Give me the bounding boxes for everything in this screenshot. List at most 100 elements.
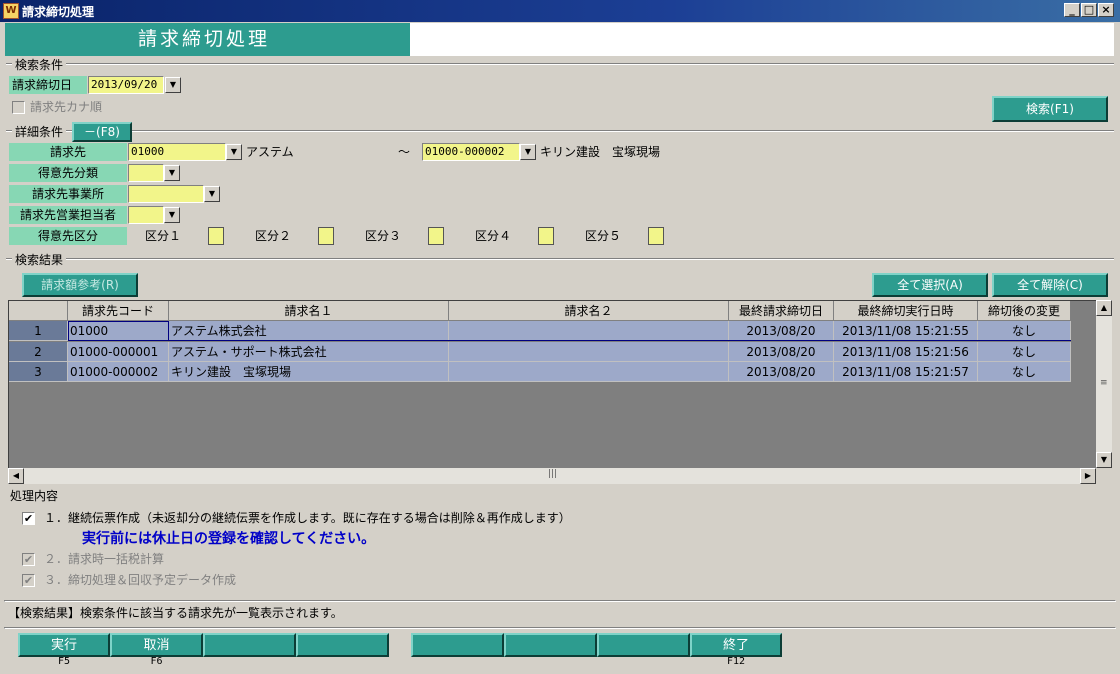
cell-name1[interactable]: アステム株式会社 (169, 321, 449, 341)
staff-label: 請求先営業担当者 (9, 206, 127, 224)
col-header-last-exec[interactable]: 最終締切実行日時 (834, 301, 978, 321)
customer-to-name: キリン建設 宝塚現場 (540, 145, 661, 159)
col-header-name2[interactable]: 請求名２ (449, 301, 729, 321)
table-row[interactable]: 2 01000-000001 アステム・サポート株式会社 2013/08/20 … (9, 342, 1071, 362)
grid-vertical-scrollbar[interactable]: ▲ ≡ ▼ (1096, 300, 1112, 468)
cell-name2[interactable] (449, 321, 729, 341)
cell-code[interactable]: 01000-000001 (68, 342, 169, 362)
cell-changed[interactable]: なし (978, 321, 1071, 341)
staff-field[interactable] (128, 206, 164, 224)
cell-last-exec[interactable]: 2013/11/08 15:21:55 (834, 321, 978, 341)
office-field[interactable] (128, 185, 204, 203)
division-3-field[interactable] (428, 227, 444, 245)
row-number: 2 (9, 342, 68, 362)
grid-corner-header (9, 301, 68, 321)
col-header-changed[interactable]: 締切後の変更 (978, 301, 1071, 321)
process-item3-checkbox[interactable]: ✔ (22, 574, 35, 587)
office-label: 請求先事業所 (9, 185, 127, 203)
cell-last-exec[interactable]: 2013/11/08 15:21:57 (834, 362, 978, 382)
maximize-button[interactable]: □ (1081, 3, 1097, 17)
process-item2-label: ２．請求時一括税計算 (44, 552, 165, 566)
cell-name2[interactable] (449, 362, 729, 382)
close-button[interactable]: × (1098, 3, 1114, 17)
fkey-blank-button-8[interactable] (296, 633, 389, 657)
table-row[interactable]: 1 01000 アステム株式会社 2013/08/20 2013/11/08 1… (9, 321, 1071, 341)
scroll-left-icon[interactable]: ◀ (8, 468, 24, 484)
cancel-key-label: F6 (150, 656, 163, 667)
page-title: 請求締切処理 (5, 23, 410, 56)
detail-section-label: 詳細条件 (12, 123, 67, 140)
category-dropdown-button[interactable]: ▼ (164, 165, 180, 181)
scroll-right-icon[interactable]: ▶ (1080, 468, 1096, 484)
fkey-blank-button-11[interactable] (597, 633, 690, 657)
select-all-button[interactable]: 全て選択(A) (872, 273, 988, 297)
division-4-label: 区分４ (475, 229, 512, 243)
row-number: 1 (9, 321, 68, 341)
fkey-blank-button-9[interactable] (411, 633, 504, 657)
hscroll-grip-icon: ||| (548, 469, 558, 479)
office-dropdown-button[interactable]: ▼ (204, 186, 220, 202)
cell-last-close[interactable]: 2013/08/20 (729, 321, 834, 341)
division-1-field[interactable] (208, 227, 224, 245)
customer-from-field[interactable]: 01000 (128, 143, 226, 161)
range-separator: ～ (398, 145, 411, 159)
process-section-label: 処理内容 (10, 489, 59, 503)
fkey-blank-button-10[interactable] (504, 633, 597, 657)
search-section-divider (6, 63, 1114, 65)
scroll-up-icon[interactable]: ▲ (1096, 300, 1112, 316)
close-date-field[interactable]: 2013/09/20 (88, 76, 164, 94)
col-header-name1[interactable]: 請求名１ (169, 301, 449, 321)
process-item3-label: ３．締切処理＆回収予定データ作成 (44, 573, 237, 587)
category-field[interactable] (128, 164, 164, 182)
exec-key-label: F5 (57, 656, 71, 667)
customer-to-dropdown-button[interactable]: ▼ (520, 144, 536, 160)
close-date-label: 請求締切日 (9, 76, 87, 94)
staff-dropdown-button[interactable]: ▼ (164, 207, 180, 223)
minimize-button[interactable]: _ (1064, 3, 1080, 17)
results-section-label: 検索結果 (12, 251, 67, 268)
search-button[interactable]: 検索(F1) (992, 96, 1108, 122)
cell-last-close[interactable]: 2013/08/20 (729, 362, 834, 382)
cancel-button[interactable]: 取消 (110, 633, 203, 657)
scroll-grip-icon: ≡ (1100, 378, 1108, 388)
col-header-code[interactable]: 請求先コード (68, 301, 169, 321)
customer-label: 請求先 (9, 143, 127, 161)
kana-order-checkbox[interactable] (12, 101, 25, 114)
cell-name1[interactable]: アステム・サポート株式会社 (169, 342, 449, 362)
cell-name2[interactable] (449, 342, 729, 362)
process-item1-checkbox[interactable]: ✔ (22, 512, 35, 525)
scroll-down-icon[interactable]: ▼ (1096, 452, 1112, 468)
clear-all-button[interactable]: 全て解除(C) (992, 273, 1108, 297)
close-date-dropdown-button[interactable]: ▼ (165, 77, 181, 93)
division-2-field[interactable] (318, 227, 334, 245)
division-4-field[interactable] (538, 227, 554, 245)
grid-horizontal-scrollbar[interactable]: ◀ ||| ▶ (8, 468, 1096, 484)
division-5-label: 区分５ (585, 229, 622, 243)
detail-section-divider (6, 130, 1114, 132)
customer-from-dropdown-button[interactable]: ▼ (226, 144, 242, 160)
cell-last-exec[interactable]: 2013/11/08 15:21:56 (834, 342, 978, 362)
cell-last-close[interactable]: 2013/08/20 (729, 342, 834, 362)
division-2-label: 区分２ (255, 229, 292, 243)
division-5-field[interactable] (648, 227, 664, 245)
detail-toggle-button[interactable]: －(F8) (72, 122, 132, 142)
cell-changed[interactable]: なし (978, 362, 1071, 382)
cell-code[interactable]: 01000 (68, 321, 169, 341)
cell-name1[interactable]: キリン建設 宝塚現場 (169, 362, 449, 382)
process-item1-label: １．継続伝票作成（未返却分の継続伝票を作成します。既に存在する場合は削除＆再作成… (44, 511, 571, 525)
category-label: 得意先分類 (9, 164, 127, 182)
customer-to-field[interactable]: 01000-000002 (422, 143, 520, 161)
table-row[interactable]: 3 01000-000002 キリン建設 宝塚現場 2013/08/20 201… (9, 362, 1071, 382)
process-item2-checkbox[interactable]: ✔ (22, 553, 35, 566)
col-header-last-close[interactable]: 最終請求締切日 (729, 301, 834, 321)
status-divider (4, 600, 1116, 602)
status-message: 【検索結果】検索条件に該当する請求先が一覧表示されます。 (8, 606, 343, 620)
division-3-label: 区分３ (365, 229, 402, 243)
end-button[interactable]: 終了 (690, 633, 782, 657)
cell-code[interactable]: 01000-000002 (68, 362, 169, 382)
cell-changed[interactable]: なし (978, 342, 1071, 362)
kana-order-label: 請求先カナ順 (30, 100, 103, 114)
fkey-blank-button-7[interactable] (203, 633, 296, 657)
exec-button[interactable]: 実行 (18, 633, 110, 657)
billing-reference-button[interactable]: 請求額参考(R) (22, 273, 138, 297)
